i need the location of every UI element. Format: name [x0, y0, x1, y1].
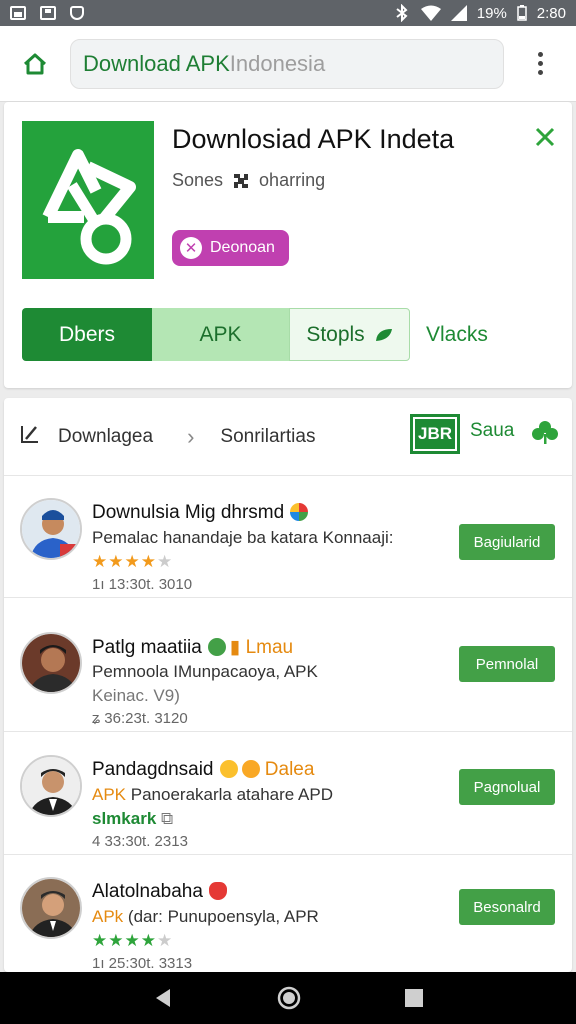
app-meta: Sones oharring: [172, 170, 325, 191]
avatar: [20, 877, 82, 939]
item-title-text: Downulsia Mig dhrsmd: [92, 502, 285, 523]
url-field[interactable]: Download APK Indonesia: [70, 38, 504, 89]
wow-emoji-icon: [241, 760, 260, 778]
url-domain: Download APK: [83, 50, 230, 76]
item-version: Keinac. V9): [92, 686, 180, 705]
battery-icon: [517, 5, 527, 21]
download-button[interactable]: Besonalrd: [459, 889, 555, 925]
avatar: [20, 755, 82, 817]
item-timestamp: ʑ 36:23t. 3120: [92, 710, 188, 727]
chevron-right-icon: ›: [187, 423, 195, 449]
tab-apk[interactable]: APK: [152, 308, 289, 361]
item-title-text: Pandagdnsaid: [92, 759, 214, 780]
leaf-icon: [375, 328, 392, 341]
item-description: APK Panoerakarla atahare APD: [92, 785, 333, 805]
download-pill-button[interactable]: ✕ Deonoan: [172, 230, 289, 266]
shield-notification-icon: [70, 6, 84, 20]
badge-label: JBR: [417, 424, 452, 443]
list-item[interactable]: Alatolnabaha APk (dar: Punupoensyla, APR…: [4, 855, 572, 972]
item-title: Downulsia Mig dhrsmd: [92, 502, 309, 524]
grin-emoji-icon: [219, 760, 238, 778]
home-icon: [23, 53, 47, 74]
signal-icon: [450, 5, 467, 21]
brand-badge[interactable]: JBR: [410, 414, 460, 454]
browser-toolbar: Download APK Indonesia: [0, 26, 576, 102]
menu-dot-icon: [537, 70, 543, 75]
item-title-text: Alatolnabaha: [92, 881, 203, 902]
wifi-icon: [420, 5, 441, 21]
meta-right: oharring: [259, 170, 326, 190]
breadcrumb-item-similar[interactable]: Sonrilartias: [220, 426, 315, 448]
download-button[interactable]: Bagiularid: [459, 524, 555, 560]
item-description: Pemalac hanandaje ba katara Konnaaji:: [92, 528, 394, 547]
pill-label: Deonoan: [210, 239, 275, 256]
tab-label: APK: [199, 322, 242, 346]
item-title: Pandagdnsaid Dalea: [92, 759, 314, 781]
apk-tag: APK: [92, 785, 127, 804]
image-notification-icon: [10, 6, 26, 20]
avatar: [20, 632, 82, 694]
menu-dot-icon: [537, 52, 543, 57]
item-tag: slmkark ⧉: [92, 809, 173, 829]
rating-stars: ★★★★★: [92, 552, 174, 571]
overflow-menu-button[interactable]: [504, 26, 576, 102]
menu-dot-icon: [537, 61, 543, 66]
list-item[interactable]: Patlg maatiia ▮ Lmau Pemnoola IMunpacaoya…: [4, 610, 572, 732]
smiley-icon: [207, 638, 226, 656]
clock: 2:80: [536, 4, 566, 22]
status-bar: 19% 2:80: [0, 0, 576, 26]
clover-icon[interactable]: [532, 420, 558, 444]
close-icon: [535, 127, 555, 147]
save-notification-icon: [40, 6, 56, 20]
item-title: Patlg maatiia ▮ Lmau: [92, 637, 294, 658]
app-title: Downlosiad APK Indeta: [172, 124, 455, 154]
item-title: Alatolnabaha: [92, 881, 227, 903]
close-button[interactable]: [532, 124, 558, 150]
url-path: Indonesia: [229, 50, 326, 76]
item-timestamp: 1ı 25:30t. 3313: [92, 955, 193, 972]
rating-stars: ★★★★★: [92, 931, 174, 950]
tab-bar: Dbers APK Stopls: [22, 308, 410, 361]
home-button[interactable]: [0, 26, 70, 102]
list-item[interactable]: Pandagdnsaid Dalea APK Panoerakarla atah…: [4, 733, 572, 855]
tab-more[interactable]: Vlacks: [408, 308, 488, 361]
avatar: [20, 498, 82, 560]
tab-stops[interactable]: Stopls: [289, 308, 410, 361]
item-description: APk (dar: Punupoensyla, APR: [92, 907, 319, 927]
tab-details[interactable]: Dbers: [22, 308, 152, 361]
app-emoji-icon: [290, 503, 309, 521]
save-link[interactable]: Saua: [470, 420, 514, 442]
item-title-tag: Lmau: [245, 637, 294, 658]
apk-list-card: Downlagea › Sonrilartias JBR Saua Downul…: [4, 398, 572, 972]
home-nav-icon[interactable]: [277, 986, 301, 1010]
item-timestamp: 1ı 13:30t. 3010: [92, 576, 193, 593]
tab-label: Stopls: [306, 322, 365, 346]
flame-icon: [208, 882, 227, 900]
breadcrumb-item-downloads[interactable]: Downlagea: [58, 426, 153, 448]
item-description: Pemnoola IMunpacaoya, APK: [92, 662, 318, 681]
puzzle-icon: [234, 173, 249, 188]
x-circle-icon: ✕: [180, 237, 202, 259]
back-icon[interactable]: [152, 987, 174, 1009]
tab-label: Dbers: [58, 322, 116, 346]
download-button[interactable]: Pagnolual: [459, 769, 555, 805]
item-timestamp: 4 33:30t. 2313: [92, 833, 188, 850]
recents-icon[interactable]: [404, 988, 424, 1008]
download-button[interactable]: Pemnolal: [459, 646, 555, 682]
item-description-text: (dar: Punupoensyla, APR: [123, 907, 319, 926]
item-tag-text: slmkark: [92, 809, 157, 828]
battery-percent: 19%: [476, 4, 507, 22]
bluetooth-icon: [396, 4, 408, 22]
meta-left: Sones: [172, 170, 224, 190]
system-nav-bar: [0, 972, 576, 1024]
item-title-tag: Dalea: [264, 759, 315, 780]
app-header-card: Downlosiad APK Indeta Sones oharring ✕ D…: [4, 102, 572, 388]
app-logo-icon: [22, 121, 154, 279]
apk-tag: APk: [92, 907, 124, 926]
list-item[interactable]: Downulsia Mig dhrsmd Pemalac hanandaje b…: [4, 476, 572, 598]
edit-icon: [20, 424, 48, 450]
item-title-text: Patlg maatiia: [92, 637, 202, 658]
item-description-text: Panoerakarla atahare APD: [126, 785, 333, 804]
copy-icon: ⧉: [161, 809, 174, 828]
